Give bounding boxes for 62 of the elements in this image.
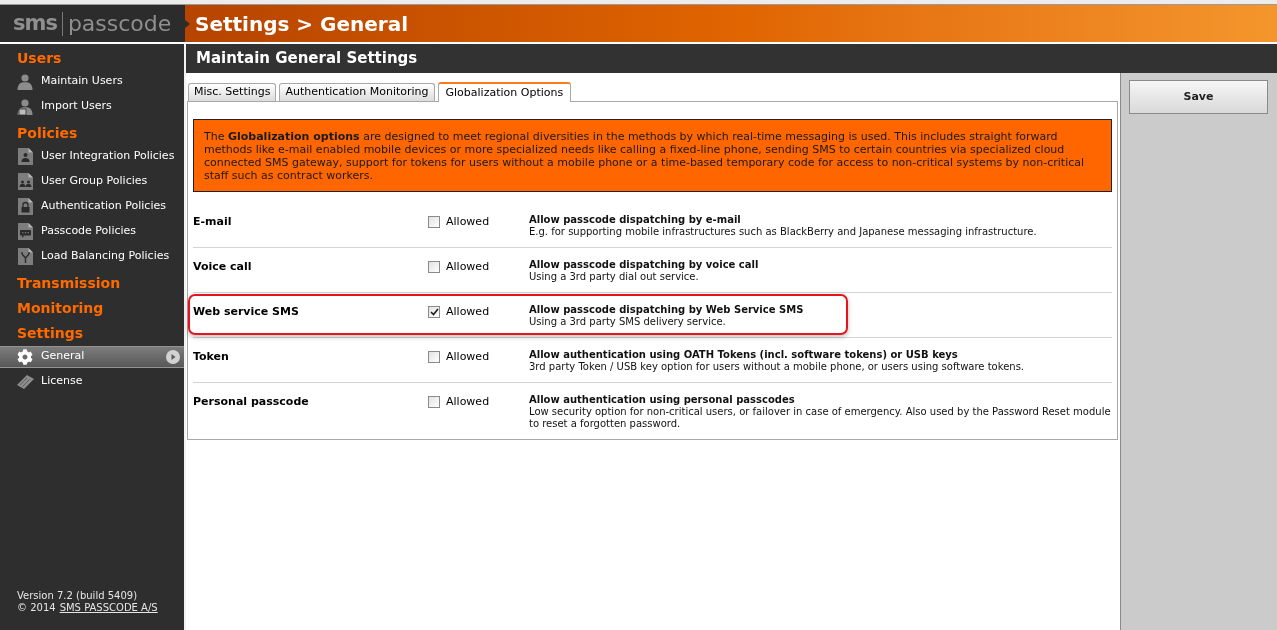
sidebar-item[interactable]: User Group Policies: [0, 170, 184, 193]
option-description: E.g. for supporting mobile infrastructures such as BlackBerry and Japanese messaging infrastructure.: [529, 226, 1037, 238]
info-box: The Globalization options are designed to meet regional diversities in the methods by which real-time messaging is used. This includes straight forward methods like e-mail enabled mobile devices or more specialized needs like calling a fixed-line phone, sending SMS to certain countries via specialized cloud connected SMS gateway, support for tokens for users without a mobile phone or a time-based temporary code for access to non-critical systems by non-critical staff such as contract workers.: [193, 119, 1112, 192]
checkbox-label[interactable]: Allowed: [446, 260, 490, 273]
option-title: Allow authentication using personal passcodes: [529, 394, 795, 406]
sidebar-item[interactable]: User Integration Policies: [0, 145, 184, 168]
fork-document-icon: [17, 248, 33, 265]
tab[interactable]: Misc. Settings: [188, 83, 277, 101]
checkbox[interactable]: [428, 306, 440, 318]
option-label: Token: [193, 350, 229, 363]
sidebar-section-heading[interactable]: Monitoring: [17, 300, 104, 317]
person-with-document-icon: [17, 98, 33, 115]
checkmark-icon: [429, 308, 439, 316]
sidebar-item[interactable]: License: [0, 370, 184, 393]
card-icon: [16, 374, 34, 389]
page-title: Maintain General Settings: [196, 48, 418, 70]
checkbox-label[interactable]: Allowed: [446, 305, 490, 318]
checkbox[interactable]: [428, 261, 440, 273]
option-label: Web service SMS: [193, 305, 299, 318]
option-title: Allow authentication using OATH Tokens (incl. software tokens) or USB keys: [529, 349, 958, 361]
option-label: Voice call: [193, 260, 252, 273]
sidebar-section-heading[interactable]: Settings: [17, 325, 84, 342]
checkbox-label[interactable]: Allowed: [446, 395, 490, 408]
triangle-pointer-icon: [185, 20, 190, 28]
save-button[interactable]: Save: [1129, 80, 1268, 114]
gear-icon: [17, 348, 33, 365]
sidebar-item[interactable]: Load Balancing Policies: [0, 245, 184, 268]
checkbox[interactable]: [428, 351, 440, 363]
option-description: Using a 3rd party SMS delivery service.: [529, 316, 726, 328]
tab[interactable]: Authentication Monitoring: [279, 83, 435, 101]
sidebar-section-heading[interactable]: Transmission: [17, 275, 121, 292]
option-title: Allow passcode dispatching by voice call: [529, 259, 759, 271]
tab[interactable]: Globalization Options: [437, 82, 572, 102]
option-description: Low security option for non-critical users, or failover in case of emergency. Also used by the Password Reset module to reset a forgotten password.: [529, 406, 1112, 430]
company-link[interactable]: SMS PASSCODE A/S: [59, 602, 158, 614]
version-text: Version 7.2 (build 5409): [17, 590, 138, 602]
option-label: Personal passcode: [193, 395, 309, 408]
checkbox[interactable]: [428, 396, 440, 408]
sidebar-section-heading[interactable]: Policies: [17, 125, 78, 142]
sidebar-item[interactable]: Maintain Users: [0, 70, 184, 93]
lock-document-icon: [17, 198, 33, 215]
option-description: 3rd party Token / USB key option for users without a mobile phone, or users using software tokens.: [529, 361, 1025, 373]
copyright-text: © 2014: [17, 602, 56, 614]
page-header-title: Settings > General: [195, 10, 409, 38]
option-title: Allow passcode dispatching by Web Service SMS: [529, 304, 804, 316]
sidebar-item[interactable]: Passcode Policies: [0, 220, 184, 243]
checkbox-label[interactable]: Allowed: [446, 350, 490, 363]
option-title: Allow passcode dispatching by e-mail: [529, 214, 741, 226]
person-icon: [17, 73, 33, 90]
group-document-icon: [17, 173, 33, 190]
logo: sms passcode: [0, 5, 185, 42]
sidebar-item[interactable]: Authentication Policies: [0, 195, 184, 218]
option-label: E-mail: [193, 215, 232, 228]
checkbox-label[interactable]: Allowed: [446, 215, 490, 228]
checkbox[interactable]: [428, 216, 440, 228]
option-description: Using a 3rd party dial out service.: [529, 271, 699, 283]
sidebar-item[interactable]: Import Users: [0, 95, 184, 118]
sidebar-section-heading[interactable]: Users: [17, 50, 62, 67]
arrow-circle-icon: [166, 349, 180, 364]
sidebar-item[interactable]: General: [0, 345, 184, 368]
message-document-icon: [17, 223, 33, 240]
user-document-icon: [17, 148, 33, 165]
